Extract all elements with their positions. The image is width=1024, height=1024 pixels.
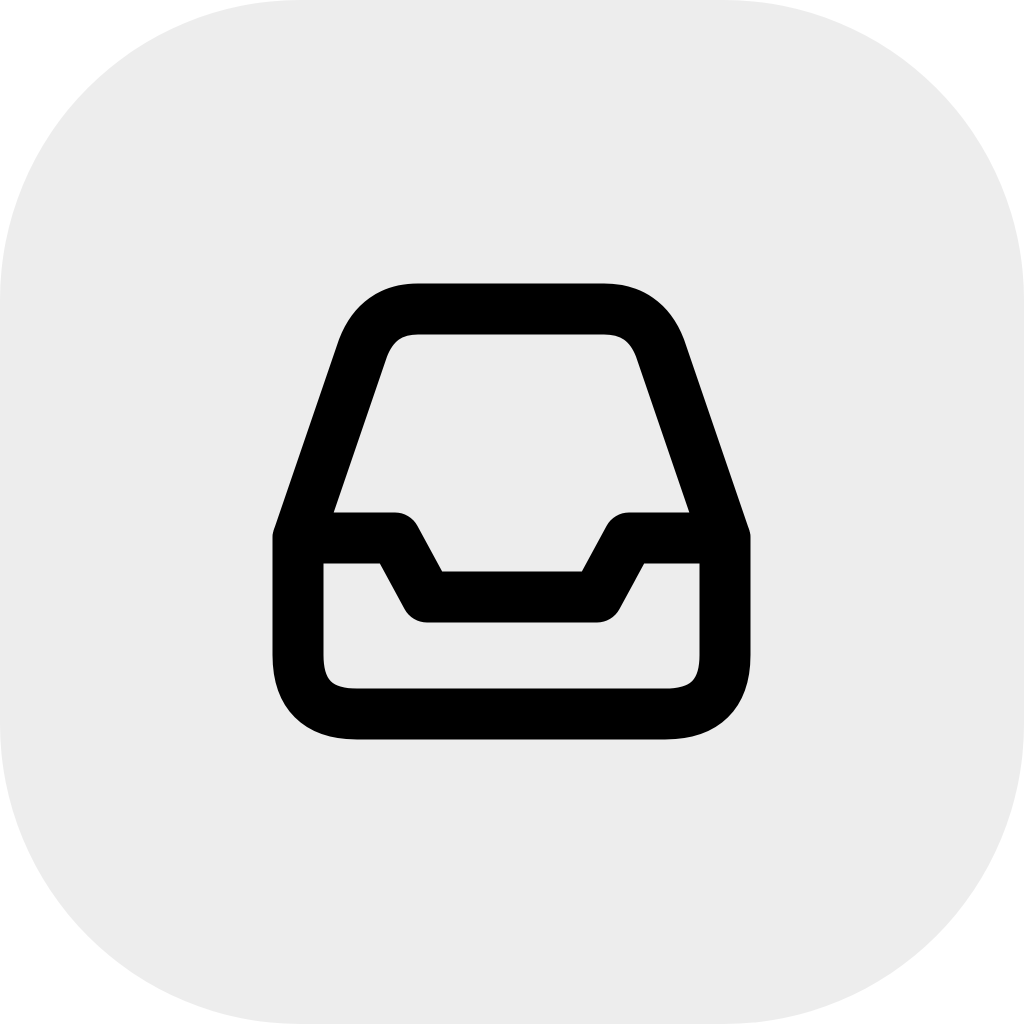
app-tile [0, 0, 1024, 1024]
inbox-tray-outline [272, 283, 751, 740]
inbox-slot-line [272, 512, 751, 623]
inbox-icon [272, 283, 751, 740]
